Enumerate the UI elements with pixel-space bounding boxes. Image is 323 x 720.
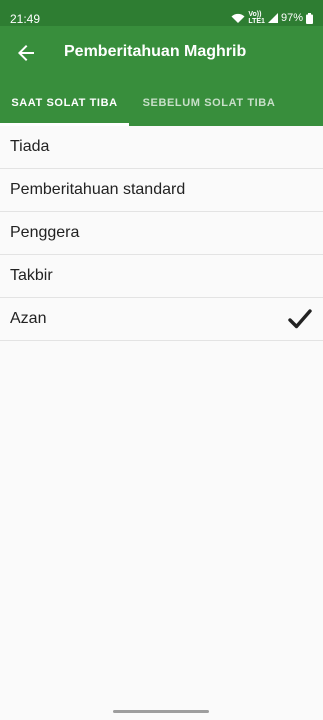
option-label: Pemberitahuan standard (10, 181, 186, 198)
option-pemberitahuan-standard[interactable]: Pemberitahuan standard (0, 169, 323, 212)
tab-sebelum-solat-tiba[interactable]: SEBELUM SOLAT TIBA (129, 80, 289, 126)
page-title: Pemberitahuan Maghrib (64, 43, 247, 60)
option-label: Azan (10, 310, 47, 327)
home-handle[interactable] (113, 710, 209, 713)
option-tiada[interactable]: Tiada (0, 126, 323, 169)
signal-icon (267, 13, 278, 23)
option-azan[interactable]: Azan (0, 298, 323, 341)
option-label: Penggera (10, 224, 80, 241)
tab-saat-solat-tiba[interactable]: SAAT SOLAT TIBA (0, 80, 129, 126)
status-bar: 21:49 Vo)) LTE1 97% (0, 0, 323, 26)
status-time: 21:49 (10, 12, 41, 26)
option-penggera[interactable]: Penggera (0, 212, 323, 255)
battery-percent: 97% (280, 12, 303, 24)
battery-icon (306, 12, 313, 24)
notification-options-list: Tiada Pemberitahuan standard Penggera Ta… (0, 126, 323, 341)
tab-label: SAAT SOLAT TIBA (11, 97, 118, 109)
arrow-left-icon[interactable] (14, 41, 38, 65)
wifi-icon (231, 13, 245, 24)
status-icons: Vo)) LTE1 97% (231, 11, 313, 25)
option-label: Takbir (10, 267, 53, 284)
gesture-navigation-bar (0, 700, 323, 720)
app-bar: Pemberitahuan Maghrib (0, 26, 323, 80)
tab-label: SEBELUM SOLAT TIBA (142, 97, 276, 109)
option-takbir[interactable]: Takbir (0, 255, 323, 298)
tab-bar: SAAT SOLAT TIBA SEBELUM SOLAT TIBA (0, 80, 323, 126)
network-type: Vo)) LTE1 (248, 11, 265, 25)
checkmark-icon (288, 308, 312, 330)
option-label: Tiada (10, 138, 50, 155)
